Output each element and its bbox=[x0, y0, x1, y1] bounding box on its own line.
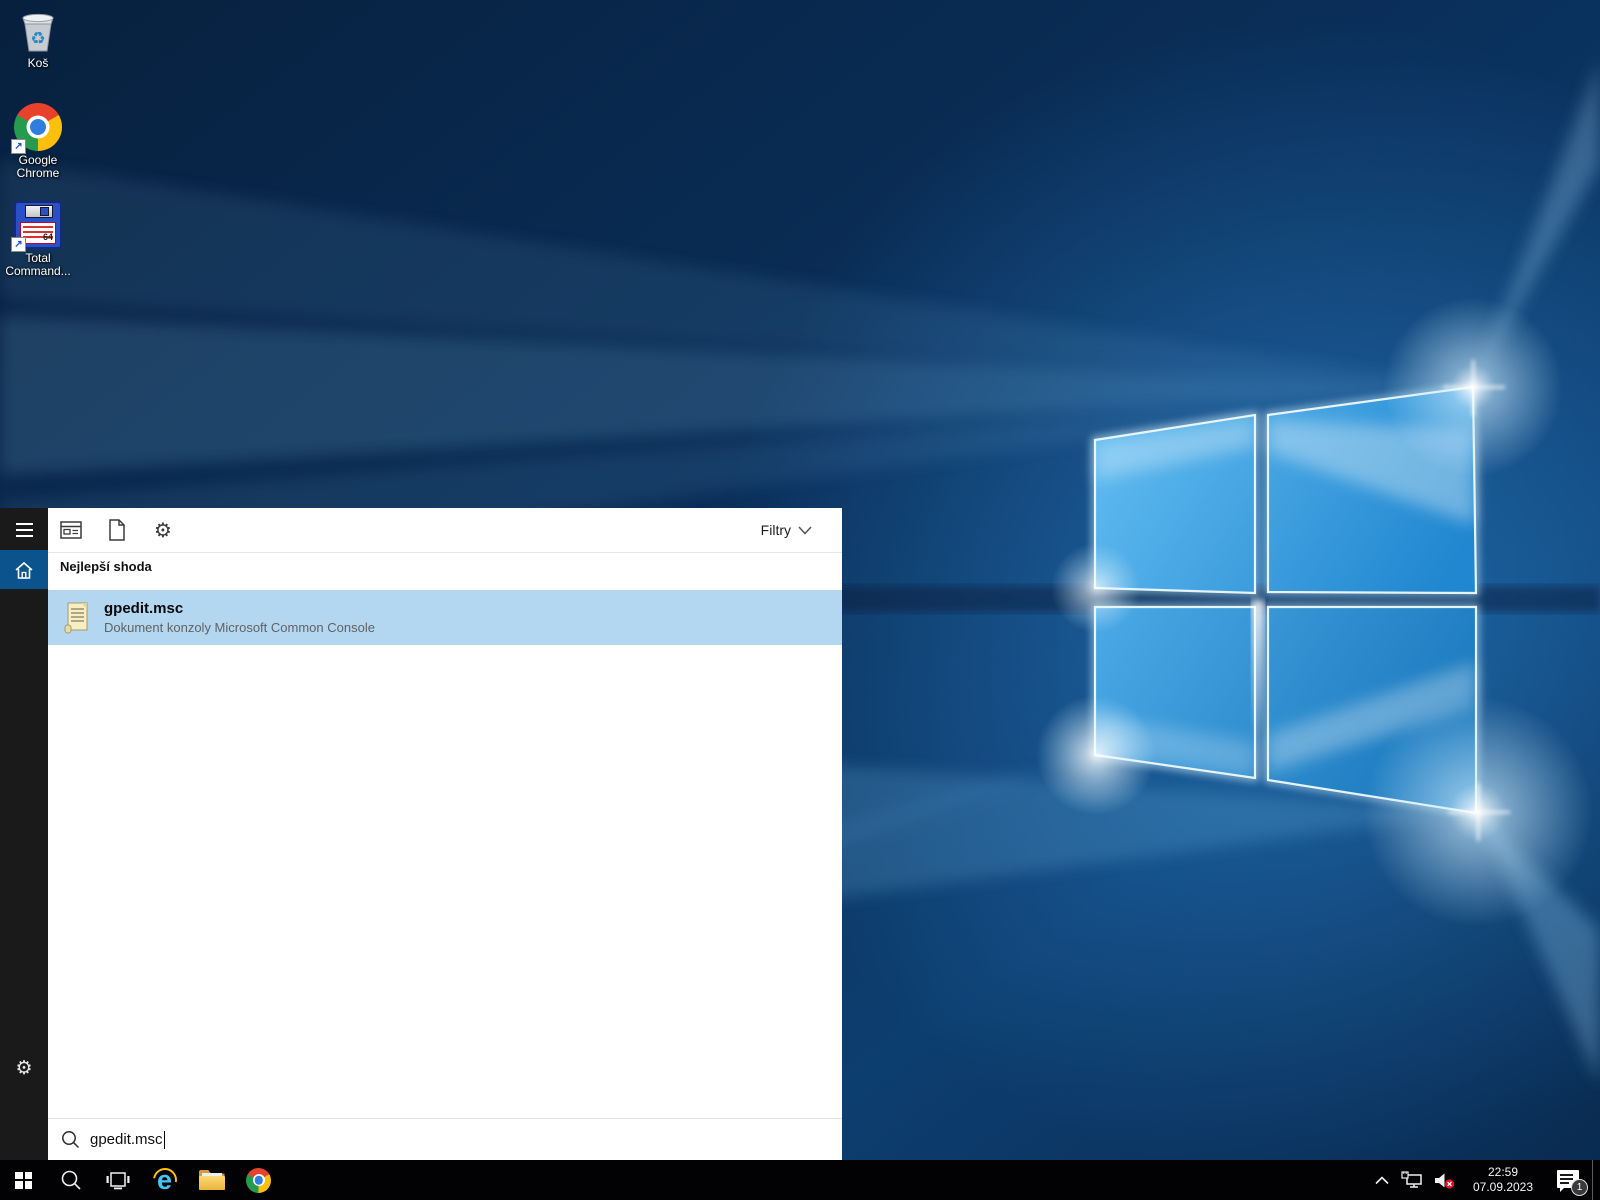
desktop-icon-total-commander[interactable]: 64 ↗ TotalCommand... bbox=[2, 201, 74, 278]
file-explorer-button[interactable] bbox=[188, 1160, 235, 1200]
notification-badge: 1 bbox=[1571, 1179, 1588, 1196]
search-sidebar: ⚙ bbox=[0, 508, 48, 1160]
sidebar-item-home[interactable] bbox=[0, 550, 48, 589]
desktop: ♻ Koš ↗ GoogleChrome 64 ↗ TotalCommand..… bbox=[0, 0, 1600, 1200]
tray-time: 22:59 bbox=[1488, 1165, 1518, 1180]
search-icon bbox=[61, 1130, 80, 1149]
chrome-icon bbox=[246, 1168, 271, 1193]
filters-button[interactable]: Filtry bbox=[761, 522, 842, 538]
file-explorer-icon bbox=[199, 1170, 225, 1190]
hamburger-menu-button[interactable] bbox=[0, 508, 48, 552]
shortcut-arrow-icon: ↗ bbox=[11, 139, 26, 154]
taskbar-clock[interactable]: 22:59 07.09.2023 bbox=[1460, 1160, 1546, 1200]
divider bbox=[48, 552, 842, 553]
svg-text:♻: ♻ bbox=[30, 29, 45, 49]
tray-date: 07.09.2023 bbox=[1473, 1180, 1533, 1195]
mmc-document-icon bbox=[62, 601, 92, 635]
search-flyout: ⚙ bbox=[0, 508, 842, 1160]
action-center-button[interactable]: 1 bbox=[1546, 1160, 1592, 1200]
best-match-header: Nejlepší shoda bbox=[60, 559, 152, 574]
result-subtitle: Dokument konzoly Microsoft Common Consol… bbox=[104, 620, 375, 635]
gear-icon: ⚙ bbox=[15, 1057, 32, 1079]
network-tray-button[interactable] bbox=[1396, 1160, 1428, 1200]
taskbar-search-button[interactable] bbox=[47, 1160, 94, 1200]
search-icon bbox=[60, 1169, 82, 1191]
filter-apps-button[interactable] bbox=[48, 508, 94, 552]
tc-disk-label: 64 bbox=[43, 232, 53, 242]
hidden-icons-button[interactable] bbox=[1368, 1160, 1396, 1200]
desktop-icon-google-chrome[interactable]: ↗ GoogleChrome bbox=[2, 103, 74, 180]
network-icon bbox=[1401, 1171, 1423, 1189]
chevron-down-icon bbox=[798, 526, 812, 535]
volume-tray-button[interactable] bbox=[1428, 1160, 1460, 1200]
internet-explorer-button[interactable]: e bbox=[141, 1160, 188, 1200]
text-caret bbox=[164, 1131, 165, 1149]
chrome-taskbar-button[interactable] bbox=[235, 1160, 282, 1200]
volume-muted-icon bbox=[1434, 1172, 1455, 1189]
desktop-icon-label: GoogleChrome bbox=[17, 154, 60, 180]
gear-icon: ⚙ bbox=[154, 518, 172, 542]
recycle-bin-icon: ♻ bbox=[14, 6, 62, 54]
show-desktop-button[interactable] bbox=[1592, 1160, 1600, 1200]
document-icon bbox=[108, 519, 126, 541]
filter-documents-button[interactable] bbox=[94, 508, 140, 552]
system-tray: 22:59 07.09.2023 1 bbox=[1368, 1160, 1600, 1200]
search-result-gpedit[interactable]: gpedit.msc Dokument konzoly Microsoft Co… bbox=[48, 590, 842, 645]
search-results-area: ⚙ Filtry Nejlepší shoda bbox=[48, 508, 842, 1118]
action-center-icon: 1 bbox=[1557, 1170, 1581, 1190]
home-icon bbox=[13, 560, 35, 580]
desktop-icon-label: Koš bbox=[28, 57, 49, 70]
start-icon bbox=[15, 1172, 32, 1189]
result-title: gpedit.msc bbox=[104, 600, 375, 617]
start-button[interactable] bbox=[0, 1160, 47, 1200]
shortcut-arrow-icon: ↗ bbox=[11, 237, 26, 252]
taskbar: e bbox=[0, 1160, 1600, 1200]
chevron-up-icon bbox=[1375, 1176, 1389, 1185]
search-input[interactable]: gpedit.msc bbox=[48, 1118, 842, 1160]
desktop-icon-label: TotalCommand... bbox=[5, 252, 70, 278]
task-view-button[interactable] bbox=[94, 1160, 141, 1200]
desktop-icon-recycle-bin[interactable]: ♻ Koš bbox=[2, 6, 74, 70]
filters-label: Filtry bbox=[761, 522, 791, 538]
task-view-icon bbox=[106, 1171, 130, 1190]
sidebar-settings-button[interactable]: ⚙ bbox=[0, 1048, 48, 1088]
search-input-value: gpedit.msc bbox=[90, 1131, 163, 1148]
filter-settings-button[interactable]: ⚙ bbox=[140, 508, 186, 552]
apps-icon bbox=[60, 520, 82, 540]
search-topbar: ⚙ Filtry bbox=[48, 508, 842, 552]
internet-explorer-icon: e bbox=[151, 1166, 179, 1194]
